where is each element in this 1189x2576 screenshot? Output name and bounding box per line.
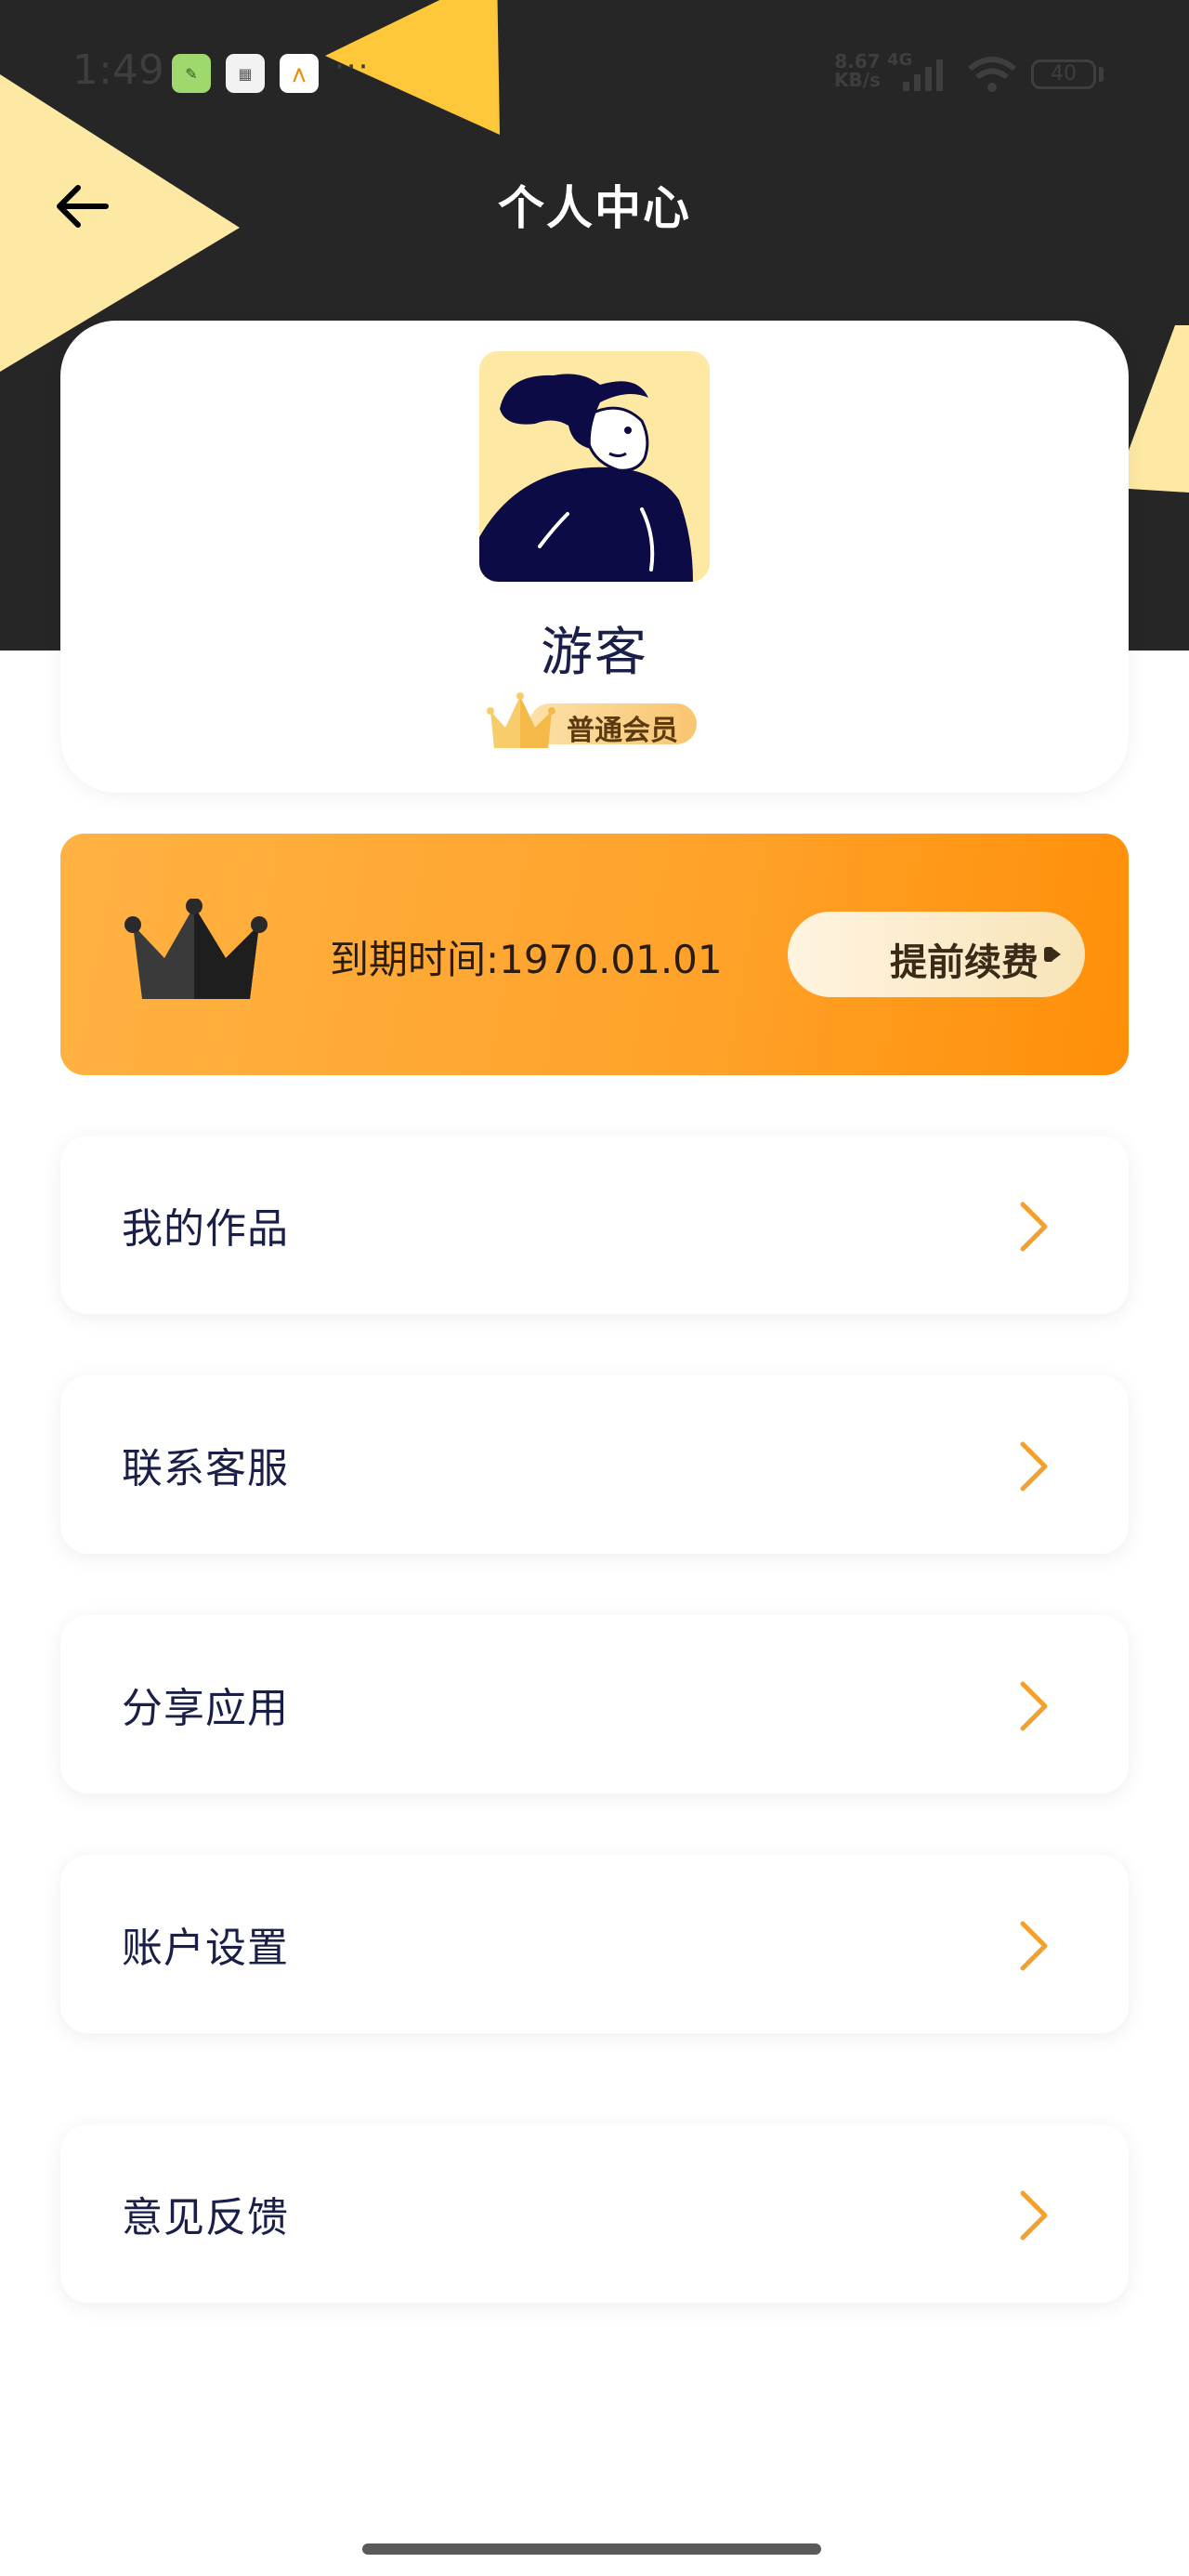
avatar-illustration xyxy=(479,351,710,582)
battery-icon: 40 xyxy=(1031,59,1096,89)
network-speed: 8.67 KB/s xyxy=(834,50,881,91)
menu-item-label: 联系客服 xyxy=(122,1445,289,1492)
menu-item-feedback[interactable]: 意见反馈 xyxy=(60,2124,1129,2303)
play-arrow-icon xyxy=(1044,947,1061,962)
membership-label: 普通会员 xyxy=(567,715,678,747)
avatar[interactable] xyxy=(479,351,710,582)
battery-tip xyxy=(1099,67,1104,82)
menu-item-my-works[interactable]: 我的作品 xyxy=(60,1136,1129,1314)
vip-banner: 到期时间:1970.01.01 提前续费 xyxy=(60,834,1129,1075)
expiry-date-text: 到期时间:1970.01.01 xyxy=(330,937,723,982)
home-indicator[interactable] xyxy=(362,2543,821,2555)
status-bar: 1:49 ✎ ▦ ⋀ ··· 8.67 KB/s 4G 40 xyxy=(0,0,1189,149)
notification-app-icon: ✎ xyxy=(172,54,211,93)
menu-item-label: 分享应用 xyxy=(122,1685,289,1732)
menu-item-customer-service[interactable]: 联系客服 xyxy=(60,1375,1129,1554)
profile-card: 游客 普通会员 xyxy=(60,321,1129,793)
notification-app-icon: ⋀ xyxy=(280,54,319,93)
crown-icon xyxy=(487,692,555,748)
more-notifications-icon: ··· xyxy=(334,48,371,85)
renew-button[interactable]: 提前续费 xyxy=(788,912,1085,997)
signal-icon xyxy=(903,59,943,91)
crown-icon xyxy=(124,899,268,999)
menu-item-share-app[interactable]: 分享应用 xyxy=(60,1615,1129,1794)
chevron-right-icon xyxy=(1020,1921,1048,1971)
username: 游客 xyxy=(541,623,648,683)
chevron-right-icon xyxy=(1020,1681,1048,1731)
chevron-right-icon xyxy=(1020,2190,1048,2241)
menu-item-account-settings[interactable]: 账户设置 xyxy=(60,1855,1129,2033)
status-time: 1:49 xyxy=(72,46,164,94)
chevron-right-icon xyxy=(1020,1441,1048,1492)
wifi-icon xyxy=(968,57,1016,92)
chevron-right-icon xyxy=(1020,1202,1048,1252)
menu-item-label: 我的作品 xyxy=(122,1205,289,1253)
notification-app-icon: ▦ xyxy=(226,54,265,93)
page-title: 个人中心 xyxy=(498,181,691,235)
menu-item-label: 账户设置 xyxy=(122,1925,289,1972)
membership-badge: 普通会员 xyxy=(485,690,708,752)
menu-item-label: 意见反馈 xyxy=(122,2194,289,2241)
renew-button-label: 提前续费 xyxy=(890,941,1039,984)
